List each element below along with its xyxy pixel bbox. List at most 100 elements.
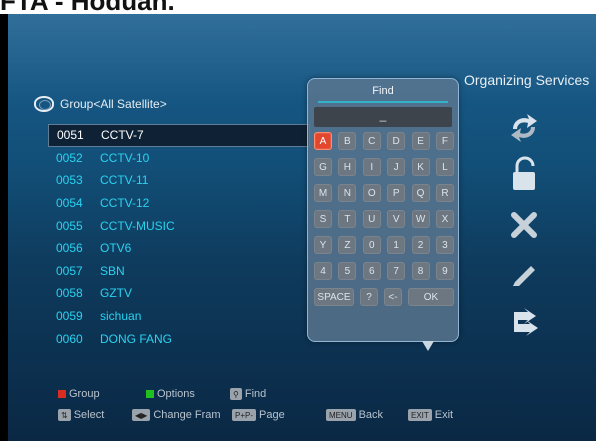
key-f[interactable]: F xyxy=(435,132,454,150)
group-label: Group<All Satellite> xyxy=(60,97,167,111)
tv-screen: Organizing Services Group<All Satellite>… xyxy=(0,14,596,441)
key-a[interactable]: A xyxy=(314,132,332,150)
skip-icon[interactable] xyxy=(496,304,552,340)
legend-label: Exit xyxy=(434,409,454,421)
lock-icon[interactable] xyxy=(496,156,552,192)
up-down-key-icon: ⇅ xyxy=(58,409,71,421)
channel-name: CCTV-10 xyxy=(100,150,150,165)
key-7[interactable]: 7 xyxy=(387,262,406,280)
key-b[interactable]: B xyxy=(338,132,357,150)
satellite-icon xyxy=(34,96,54,112)
key-4[interactable]: 4 xyxy=(314,262,332,280)
key-8[interactable]: 8 xyxy=(411,262,430,280)
channel-row[interactable]: 0057 SBN xyxy=(48,260,310,283)
key-3[interactable]: 3 xyxy=(435,236,454,254)
question-key[interactable]: ? xyxy=(360,288,378,306)
key-u[interactable]: U xyxy=(362,210,381,228)
channel-name: SBN xyxy=(100,263,125,278)
lock-icon-svg xyxy=(513,156,535,190)
key-g[interactable]: G xyxy=(314,158,332,176)
find-title: Find xyxy=(372,85,394,97)
red-key-icon xyxy=(58,390,66,398)
key-s[interactable]: S xyxy=(314,210,332,228)
key-e[interactable]: E xyxy=(411,132,430,150)
channel-row[interactable]: 0053 CCTV-11 xyxy=(48,169,310,192)
key-n[interactable]: N xyxy=(338,184,357,202)
channel-row[interactable]: 0051 CCTV-7 xyxy=(48,124,310,147)
move-icon-svg xyxy=(511,114,537,142)
channel-name: GZTV xyxy=(100,286,132,301)
legend-label: Page xyxy=(259,409,285,421)
channel-row[interactable]: 0058 GZTV xyxy=(48,282,310,305)
key-x[interactable]: X xyxy=(435,210,454,228)
find-dialog: Find _ A B C D E F G H I J K L M N O P Q… xyxy=(307,78,459,351)
channel-row[interactable]: 0059 sichuan xyxy=(48,305,310,328)
key-9[interactable]: 9 xyxy=(435,262,454,280)
key-p[interactable]: P xyxy=(387,184,406,202)
channel-number: 0060 xyxy=(56,331,83,346)
legend-label: Options xyxy=(157,388,195,400)
space-key[interactable]: SPACE xyxy=(314,288,354,306)
key-c[interactable]: C xyxy=(362,132,381,150)
key-o[interactable]: O xyxy=(362,184,381,202)
left-border xyxy=(0,14,8,441)
key-z[interactable]: Z xyxy=(338,236,357,254)
channel-number: 0058 xyxy=(56,286,83,301)
legend-label: Find xyxy=(244,388,267,400)
legend-page: P+P- Page xyxy=(232,409,285,421)
rename-icon-svg xyxy=(513,266,535,286)
key-y[interactable]: Y xyxy=(314,236,332,254)
channel-row[interactable]: 0056 OTV6 xyxy=(48,237,310,260)
channel-row[interactable]: 0054 CCTV-12 xyxy=(48,192,310,215)
delete-icon-svg xyxy=(511,212,537,238)
channel-name: DONG FANG xyxy=(100,331,173,346)
key-m[interactable]: M xyxy=(314,184,332,202)
exit-key-icon: EXIT xyxy=(408,409,432,421)
ok-key[interactable]: OK xyxy=(408,288,454,306)
delete-icon[interactable] xyxy=(496,207,552,243)
green-key-icon xyxy=(146,390,154,398)
menu-key-icon: MENU xyxy=(326,409,356,421)
key-d[interactable]: D xyxy=(387,132,406,150)
channel-number: 0055 xyxy=(56,218,83,233)
channel-row[interactable]: 0060 DONG FANG xyxy=(48,327,310,350)
rename-icon[interactable] xyxy=(496,255,552,291)
find-key-icon: ⚲ xyxy=(230,388,242,400)
backspace-key[interactable]: <- xyxy=(384,288,402,306)
left-right-key-icon: ◀▶ xyxy=(132,409,151,421)
legend-label: Change Fram xyxy=(153,409,221,421)
channel-row[interactable]: 0052 CCTV-10 xyxy=(48,147,310,170)
legend-group: Group xyxy=(58,388,100,400)
key-6[interactable]: 6 xyxy=(362,262,381,280)
page-title: Organizing Services xyxy=(464,72,590,88)
channel-name: CCTV-MUSIC xyxy=(100,218,175,233)
channel-name: CCTV-11 xyxy=(100,173,149,188)
channel-number: 0056 xyxy=(56,241,83,256)
key-k[interactable]: K xyxy=(411,158,430,176)
channel-row[interactable]: 0055 CCTV-MUSIC xyxy=(48,214,310,237)
key-v[interactable]: V xyxy=(387,210,406,228)
key-5[interactable]: 5 xyxy=(338,262,357,280)
channel-number: 0051 xyxy=(57,128,84,143)
key-w[interactable]: W xyxy=(411,210,430,228)
key-l[interactable]: L xyxy=(435,158,454,176)
group-selector[interactable]: Group<All Satellite> xyxy=(34,94,167,114)
key-1[interactable]: 1 xyxy=(387,236,406,254)
channel-list: 0051 CCTV-7 0052 CCTV-10 0053 CCTV-11 00… xyxy=(48,124,310,350)
key-0[interactable]: 0 xyxy=(362,236,381,254)
key-i[interactable]: I xyxy=(362,158,381,176)
key-r[interactable]: R xyxy=(435,184,454,202)
legend-exit: EXIT Exit xyxy=(408,409,453,421)
search-input[interactable]: _ xyxy=(314,107,452,127)
channel-name: CCTV-7 xyxy=(101,128,144,143)
key-2[interactable]: 2 xyxy=(411,236,430,254)
key-q[interactable]: Q xyxy=(411,184,430,202)
move-icon[interactable] xyxy=(496,110,552,146)
key-t[interactable]: T xyxy=(338,210,357,228)
key-j[interactable]: J xyxy=(387,158,406,176)
legend-label: Back xyxy=(358,409,384,421)
legend-label: Group xyxy=(69,388,100,400)
legend-back: MENU Back xyxy=(326,409,383,421)
legend-select: ⇅ Select xyxy=(58,409,104,421)
key-h[interactable]: H xyxy=(338,158,357,176)
